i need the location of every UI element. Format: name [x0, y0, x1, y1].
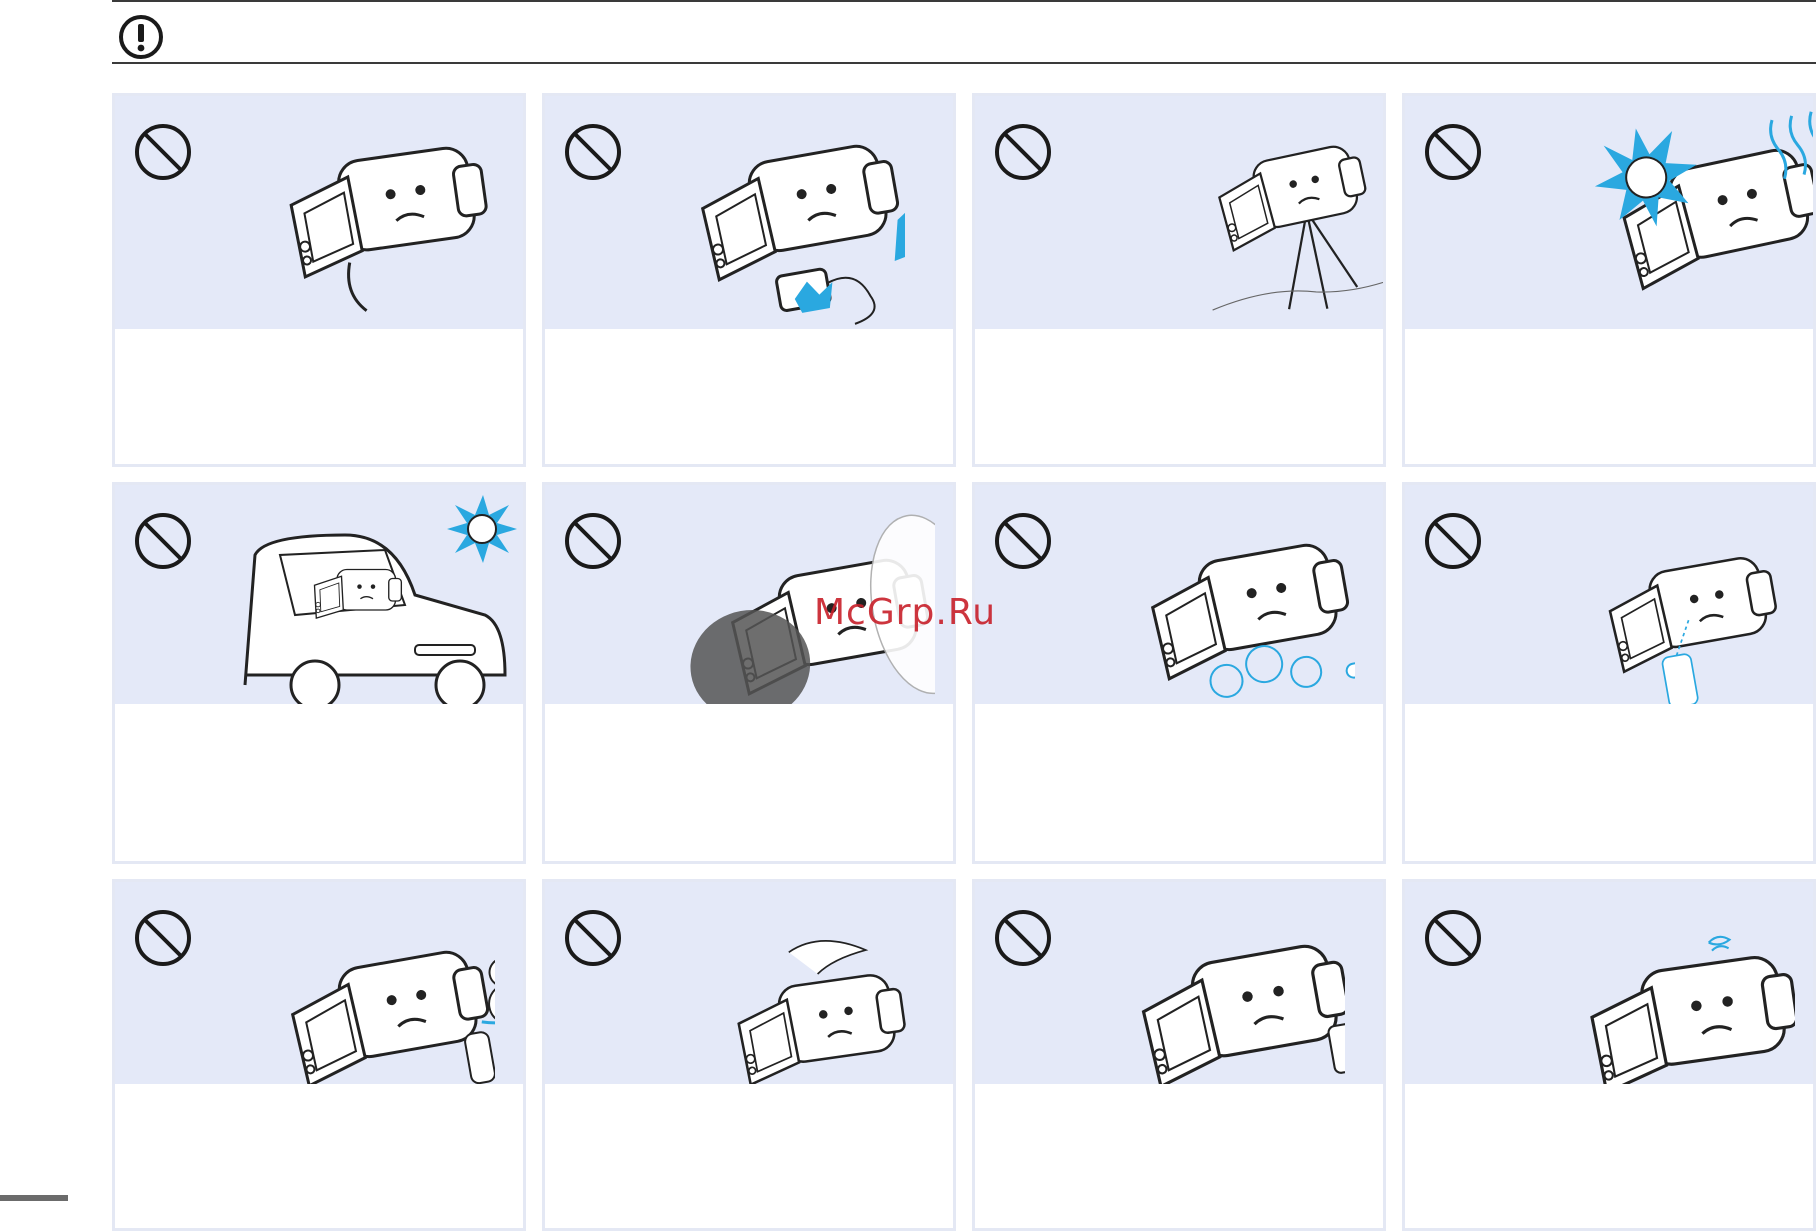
warning-text-area: [115, 329, 523, 464]
camcorder-disassembly-screwdriver-icon: [289, 146, 488, 312]
warning-card: [972, 879, 1386, 1231]
header-top-rule: [112, 0, 1816, 2]
camcorder-overheat-tired-icon: [1590, 935, 1795, 1084]
page-marker: [0, 1195, 68, 1201]
watermark: McGrp.Ru: [814, 592, 997, 633]
camcorder-chemical-spray-icon: [1608, 557, 1777, 704]
warning-text-area: [975, 1084, 1383, 1228]
warning-card: [542, 93, 956, 467]
camcorder-drop-impact-icon: [737, 940, 906, 1084]
warning-text-area: [1405, 704, 1813, 861]
prohibition-icon: [1425, 910, 1481, 966]
prohibition-icon: [135, 124, 191, 180]
prohibition-icon: [565, 910, 621, 966]
warning-illustration: [975, 485, 1383, 704]
prohibition-icon: [995, 124, 1051, 180]
warning-illustration: [545, 96, 953, 329]
warning-card: [1402, 93, 1816, 467]
warning-card: [1402, 482, 1816, 864]
warning-card: [1402, 879, 1816, 1231]
warning-text-area: [545, 1084, 953, 1228]
warning-card: [972, 482, 1386, 864]
warning-card: [112, 93, 526, 467]
warning-card: [542, 879, 956, 1231]
safety-warnings-grid: [112, 93, 1816, 1231]
camcorder-tripod-unstable-ground-icon: [1212, 145, 1383, 311]
warning-illustration: [975, 882, 1383, 1084]
warning-card: [112, 879, 526, 1231]
warning-text-area: [1405, 1084, 1813, 1228]
warning-card: [542, 482, 956, 864]
warning-illustration: [1405, 882, 1813, 1084]
warning-text-area: [545, 704, 953, 861]
prohibition-icon: [995, 513, 1051, 569]
prohibition-icon: [565, 513, 621, 569]
warning-illustration: [115, 485, 523, 704]
warning-text-area: [1405, 329, 1813, 464]
prohibition-icon: [135, 513, 191, 569]
warning-illustration: [115, 882, 523, 1084]
header-bottom-rule: [112, 62, 1816, 64]
warning-illustration: [115, 96, 523, 329]
warning-text-area: [975, 329, 1383, 464]
prohibition-icon: [1425, 513, 1481, 569]
camcorder-in-hot-car-icon: [243, 495, 517, 704]
camcorder-power-adapter-shock-icon: [700, 144, 905, 325]
camcorder-direct-sunlight-heat-icon: [1594, 111, 1813, 291]
warning-text-area: [115, 704, 523, 861]
prohibition-icon: [995, 910, 1051, 966]
warning-illustration: [1405, 485, 1813, 704]
exclamation-circle-icon: [119, 15, 163, 59]
warning-illustration: [975, 96, 1383, 329]
warning-text-area: [975, 704, 1383, 861]
camcorder-magnetic-devices-icon: [1141, 944, 1345, 1084]
prohibition-icon: [1425, 124, 1481, 180]
warning-illustration: [1405, 96, 1813, 329]
camcorder-steam-humidity-icon: [1150, 543, 1355, 698]
prohibition-icon: [135, 910, 191, 966]
warning-card: [112, 482, 526, 864]
warning-card: [972, 93, 1386, 467]
camcorder-cold-condensation-icon: [290, 950, 495, 1084]
warning-text-area: [545, 329, 953, 464]
warning-text-area: [115, 1084, 523, 1228]
warning-illustration: [545, 882, 953, 1084]
